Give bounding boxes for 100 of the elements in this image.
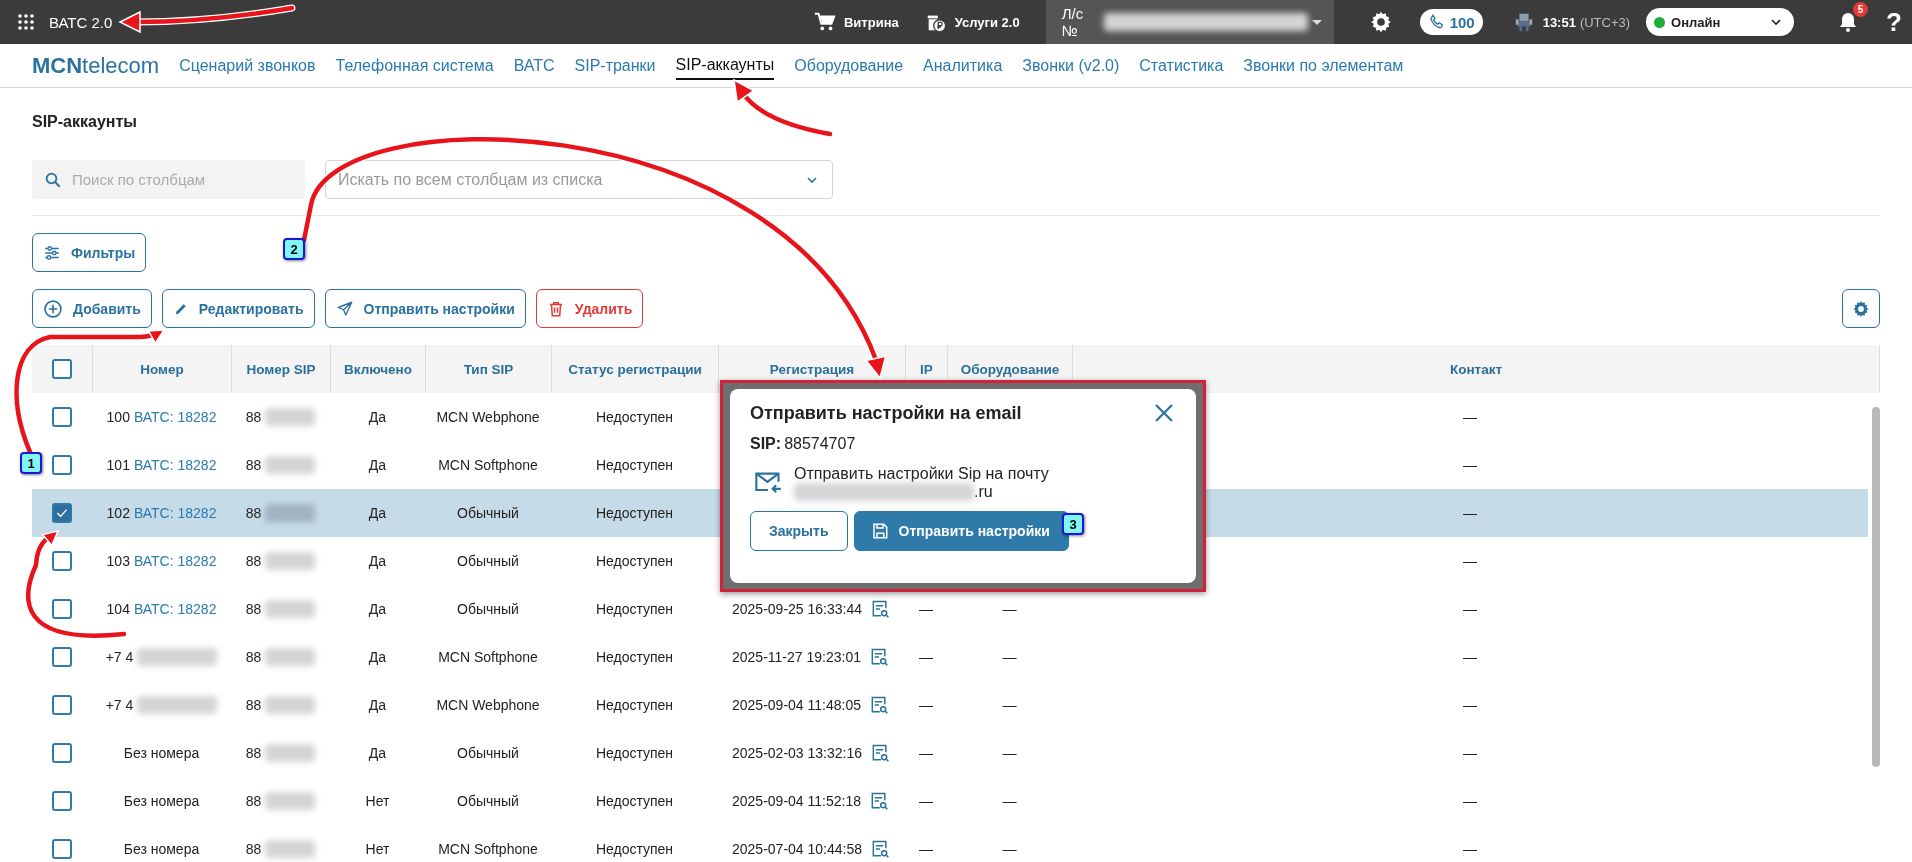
table-cell: MCN Webphone xyxy=(436,409,540,425)
top-link[interactable]: Услуги 2.0 xyxy=(924,11,1020,33)
document-search-icon[interactable] xyxy=(870,839,890,859)
checkbox[interactable] xyxy=(52,839,72,859)
scrollbar[interactable] xyxy=(1872,407,1880,767)
add-button[interactable]: Добавить xyxy=(32,289,152,328)
step-badge: 3 xyxy=(1062,513,1084,535)
column-header[interactable]: Тип SIP xyxy=(425,345,551,393)
table-cell: — xyxy=(919,601,933,617)
nav-tab[interactable]: SIP-аккаунты xyxy=(675,51,775,80)
checkbox[interactable] xyxy=(52,599,72,619)
table-cell: 2025-09-04 11:48:05 xyxy=(732,697,861,713)
help-icon[interactable]: ? xyxy=(1886,6,1902,38)
checkbox[interactable] xyxy=(52,551,72,571)
timezone: (UTC+3) xyxy=(1579,14,1631,30)
link[interactable]: ВАТС: 18282 xyxy=(133,409,217,425)
send-settings-button[interactable]: Отправить настройки xyxy=(853,511,1069,551)
table-cell: Да xyxy=(368,409,387,425)
send-button[interactable]: Отправить настройки xyxy=(324,289,526,328)
close-button[interactable]: Закрыть xyxy=(750,511,848,551)
apps-grid-icon[interactable] xyxy=(17,13,35,31)
table-cell: — xyxy=(1463,793,1477,809)
nav-tab[interactable]: Сценарий звонков xyxy=(179,52,316,79)
account-selector[interactable]: Л/с № xyxy=(1045,0,1334,44)
table-cell: MCN Softphone xyxy=(438,841,538,857)
column-header[interactable]: Номер xyxy=(92,345,231,393)
link[interactable]: ВАТС: 18282 xyxy=(133,553,217,569)
table-cell: 104 xyxy=(106,601,130,617)
link[interactable]: ВАТС: 18282 xyxy=(133,505,217,521)
table-cell: 88 xyxy=(245,745,262,761)
filters-button[interactable]: Фильтры xyxy=(32,233,147,272)
document-search-icon[interactable] xyxy=(870,743,890,763)
nav-tab[interactable]: Аналитика xyxy=(923,52,1003,79)
delete-button[interactable]: Удалить xyxy=(535,289,644,328)
search-field[interactable]: Поиск по столбцам xyxy=(32,160,305,199)
top-link[interactable]: Витрина xyxy=(813,11,899,33)
table-cell: Недоступен xyxy=(595,745,674,761)
table-cell: 88 xyxy=(245,505,262,521)
checkbox[interactable] xyxy=(52,455,72,475)
step-badge: 2 xyxy=(283,238,305,260)
table-cell: 88 xyxy=(245,553,262,569)
table-cell: 101 xyxy=(106,457,130,473)
checkbox[interactable] xyxy=(52,359,72,379)
link[interactable]: ВАТС: 18282 xyxy=(133,601,217,617)
document-search-icon[interactable] xyxy=(870,599,890,619)
table-cell: 88 xyxy=(245,457,262,473)
table-cell: — xyxy=(1463,553,1477,569)
table-settings-button[interactable] xyxy=(1842,289,1880,328)
status-select[interactable]: Онлайн xyxy=(1646,8,1795,36)
nav-tab[interactable]: ВАТС xyxy=(513,52,555,79)
table-cell: — xyxy=(1463,649,1477,665)
table-cell: — xyxy=(919,745,933,761)
calls-counter[interactable]: 100 xyxy=(1419,9,1483,35)
table-cell: 88 xyxy=(245,793,262,809)
checkbox[interactable] xyxy=(52,647,72,667)
link[interactable]: ВАТС: 18282 xyxy=(133,457,217,473)
table-cell: 88 xyxy=(245,841,262,857)
table-cell: 2025-07-04 10:44:58 xyxy=(732,841,862,857)
checkbox[interactable] xyxy=(52,743,72,763)
checkbox[interactable] xyxy=(52,407,72,427)
table-cell: Да xyxy=(368,697,387,713)
table-cell: — xyxy=(1002,793,1017,809)
table-cell: MCN Softphone xyxy=(438,649,538,665)
table-cell: Недоступен xyxy=(595,457,674,473)
table-cell: Недоступен xyxy=(595,601,674,617)
table-cell: — xyxy=(1463,505,1477,521)
nav-tab[interactable]: Статистика xyxy=(1139,52,1224,79)
paper-plane-icon xyxy=(335,299,354,318)
column-header[interactable]: Включено xyxy=(330,345,425,393)
table-cell: Недоступен xyxy=(595,649,674,665)
table-cell: 2025-09-04 11:52:18 xyxy=(732,793,861,809)
nav-tab[interactable]: SIP-транки xyxy=(574,52,656,79)
column-header[interactable]: Статус регистрации xyxy=(551,345,718,393)
table-cell: +7 4 xyxy=(105,649,134,665)
checkbox[interactable] xyxy=(52,695,72,715)
nav-tab[interactable]: Звонки (v2.0) xyxy=(1022,52,1120,79)
checkbox[interactable] xyxy=(52,791,72,811)
table-cell: Да xyxy=(368,601,387,617)
table-cell: — xyxy=(1463,601,1477,617)
table-cell: Обычный xyxy=(457,601,519,617)
table-cell: Нет xyxy=(365,793,390,809)
table-cell: Да xyxy=(368,505,387,521)
logo[interactable]: MCNtelecom xyxy=(32,52,160,79)
column-select[interactable]: Искать по всем столбцам из списка xyxy=(325,160,833,199)
sip-value: 88574707 xyxy=(784,435,856,453)
table-cell: Недоступен xyxy=(595,793,674,809)
clock-time: 13:51 xyxy=(1542,14,1576,30)
step-badge: 1 xyxy=(20,452,42,474)
table-cell: — xyxy=(919,841,933,857)
table-cell: Да xyxy=(368,457,387,473)
checkbox[interactable] xyxy=(52,503,72,523)
table-cell: — xyxy=(1002,697,1017,713)
nav-tab[interactable]: Телефонная система xyxy=(335,52,494,79)
nav-tab[interactable]: Оборудование xyxy=(794,52,904,79)
search-icon xyxy=(44,171,62,189)
edit-button[interactable]: Редактировать xyxy=(161,289,315,328)
table-cell: 2025-02-03 13:32:16 xyxy=(732,745,862,761)
nav-tab[interactable]: Звонки по элементам xyxy=(1243,52,1404,79)
column-header[interactable]: Номер SIP xyxy=(231,345,330,393)
email-address: .ru xyxy=(974,483,993,501)
